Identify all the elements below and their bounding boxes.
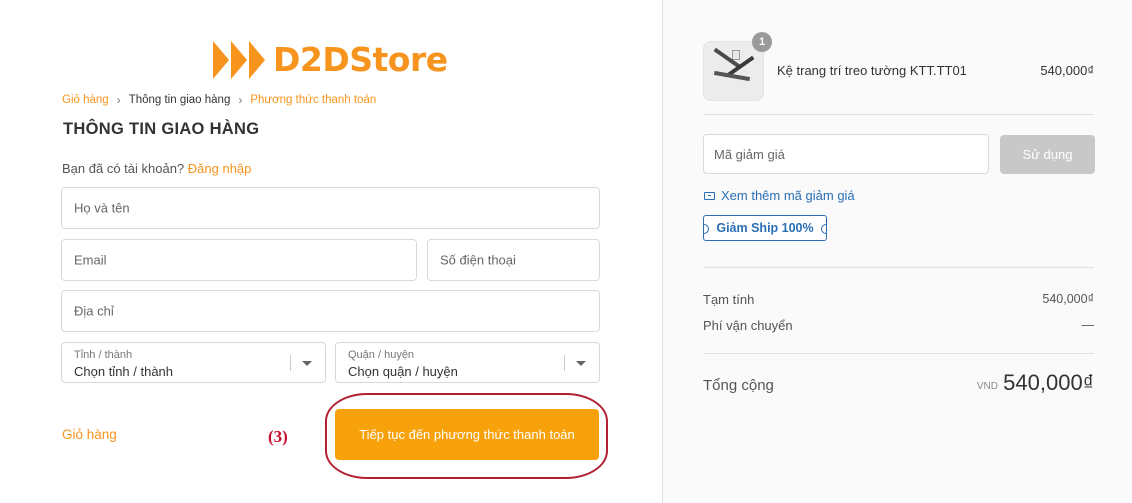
product-thumbnail bbox=[703, 41, 764, 101]
subtotal-label: Tạm tính bbox=[703, 292, 755, 307]
divider bbox=[703, 353, 1094, 354]
province-label: Tỉnh / thành bbox=[74, 349, 133, 361]
total-label: Tổng cộng bbox=[703, 377, 774, 394]
back-to-cart-link[interactable]: Giỏ hàng bbox=[62, 427, 117, 442]
more-discount-codes-link[interactable]: Xem thêm mã giảm giá bbox=[704, 188, 855, 203]
subtotal-value: 540,000₫ bbox=[1042, 292, 1094, 306]
shipping-panel: D2DStore vn Giỏ hàng › Thông tin giao hà… bbox=[0, 0, 662, 503]
product-name: Kệ trang trí treo tường KTT.TT01 bbox=[777, 63, 967, 78]
breadcrumb-payment: Phương thức thanh toán bbox=[250, 94, 377, 106]
province-select[interactable]: Tỉnh / thành Chọn tỉnh / thành bbox=[61, 342, 326, 383]
order-summary-panel: 1 Kệ trang trí treo tường KTT.TT01 540,0… bbox=[662, 0, 1132, 503]
total-value: 540,000₫ bbox=[1003, 370, 1094, 395]
phone-field[interactable]: Số điện thoại bbox=[427, 239, 600, 281]
apply-discount-button[interactable]: Sử dụng bbox=[1000, 135, 1095, 174]
more-discount-codes-label: Xem thêm mã giảm giá bbox=[721, 188, 855, 203]
district-select[interactable]: Quận / huyện Chọn quận / huyện bbox=[335, 342, 600, 383]
promo-tag-free-ship[interactable]: Giảm Ship 100% bbox=[703, 215, 827, 241]
select-divider bbox=[564, 355, 565, 371]
full-name-placeholder: Họ và tên bbox=[74, 200, 130, 216]
account-prompt: Bạn đã có tài khoản? Đăng nhập bbox=[62, 161, 251, 176]
quantity-badge: 1 bbox=[752, 32, 772, 52]
province-value: Chọn tỉnh / thành bbox=[74, 364, 174, 379]
total-currency: VND bbox=[976, 381, 998, 392]
email-field[interactable]: Email bbox=[61, 239, 417, 281]
checkout-page: D2DStore vn Giỏ hàng › Thông tin giao hà… bbox=[0, 0, 1132, 503]
phone-placeholder: Số điện thoại bbox=[440, 252, 516, 268]
account-prompt-text: Bạn đã có tài khoản? bbox=[62, 161, 185, 176]
chevron-down-icon[interactable] bbox=[302, 361, 312, 366]
logo-suffix: vn bbox=[437, 68, 444, 74]
discount-placeholder: Mã giảm giá bbox=[714, 147, 785, 162]
address-placeholder: Địa chỉ bbox=[74, 303, 114, 319]
breadcrumb: Giỏ hàng › Thông tin giao hàng › Phương … bbox=[62, 93, 376, 107]
district-label: Quận / huyện bbox=[348, 349, 415, 361]
chevron-right-icon: › bbox=[238, 93, 243, 107]
product-price: 540,000₫ bbox=[1040, 63, 1094, 78]
page-title: THÔNG TIN GIAO HÀNG bbox=[63, 120, 260, 138]
shipping-fee-label: Phí vận chuyển bbox=[703, 318, 793, 333]
discount-code-input[interactable]: Mã giảm giá bbox=[703, 134, 989, 174]
select-divider bbox=[290, 355, 291, 371]
divider bbox=[703, 114, 1094, 115]
ticket-icon bbox=[704, 191, 715, 200]
chevron-right-icon: › bbox=[116, 93, 121, 107]
breadcrumb-cart-link[interactable]: Giỏ hàng bbox=[62, 94, 109, 106]
divider bbox=[703, 267, 1094, 268]
store-logo[interactable]: D2DStore bbox=[213, 40, 448, 80]
continue-to-payment-button[interactable]: Tiếp tục đến phương thức thanh toán bbox=[335, 409, 599, 460]
login-link[interactable]: Đăng nhập bbox=[188, 161, 252, 176]
breadcrumb-shipping: Thông tin giao hàng bbox=[128, 94, 231, 106]
logo-chevrons-icon bbox=[213, 41, 269, 79]
full-name-field[interactable]: Họ và tên bbox=[61, 187, 600, 229]
address-field[interactable]: Địa chỉ bbox=[61, 290, 600, 332]
logo-text: D2DStore bbox=[273, 40, 448, 79]
chevron-down-icon[interactable] bbox=[576, 361, 586, 366]
step-annotation: (3) bbox=[268, 427, 288, 446]
district-value: Chọn quận / huyện bbox=[348, 364, 458, 379]
email-placeholder: Email bbox=[74, 252, 107, 268]
shipping-fee-value: — bbox=[1081, 318, 1095, 332]
